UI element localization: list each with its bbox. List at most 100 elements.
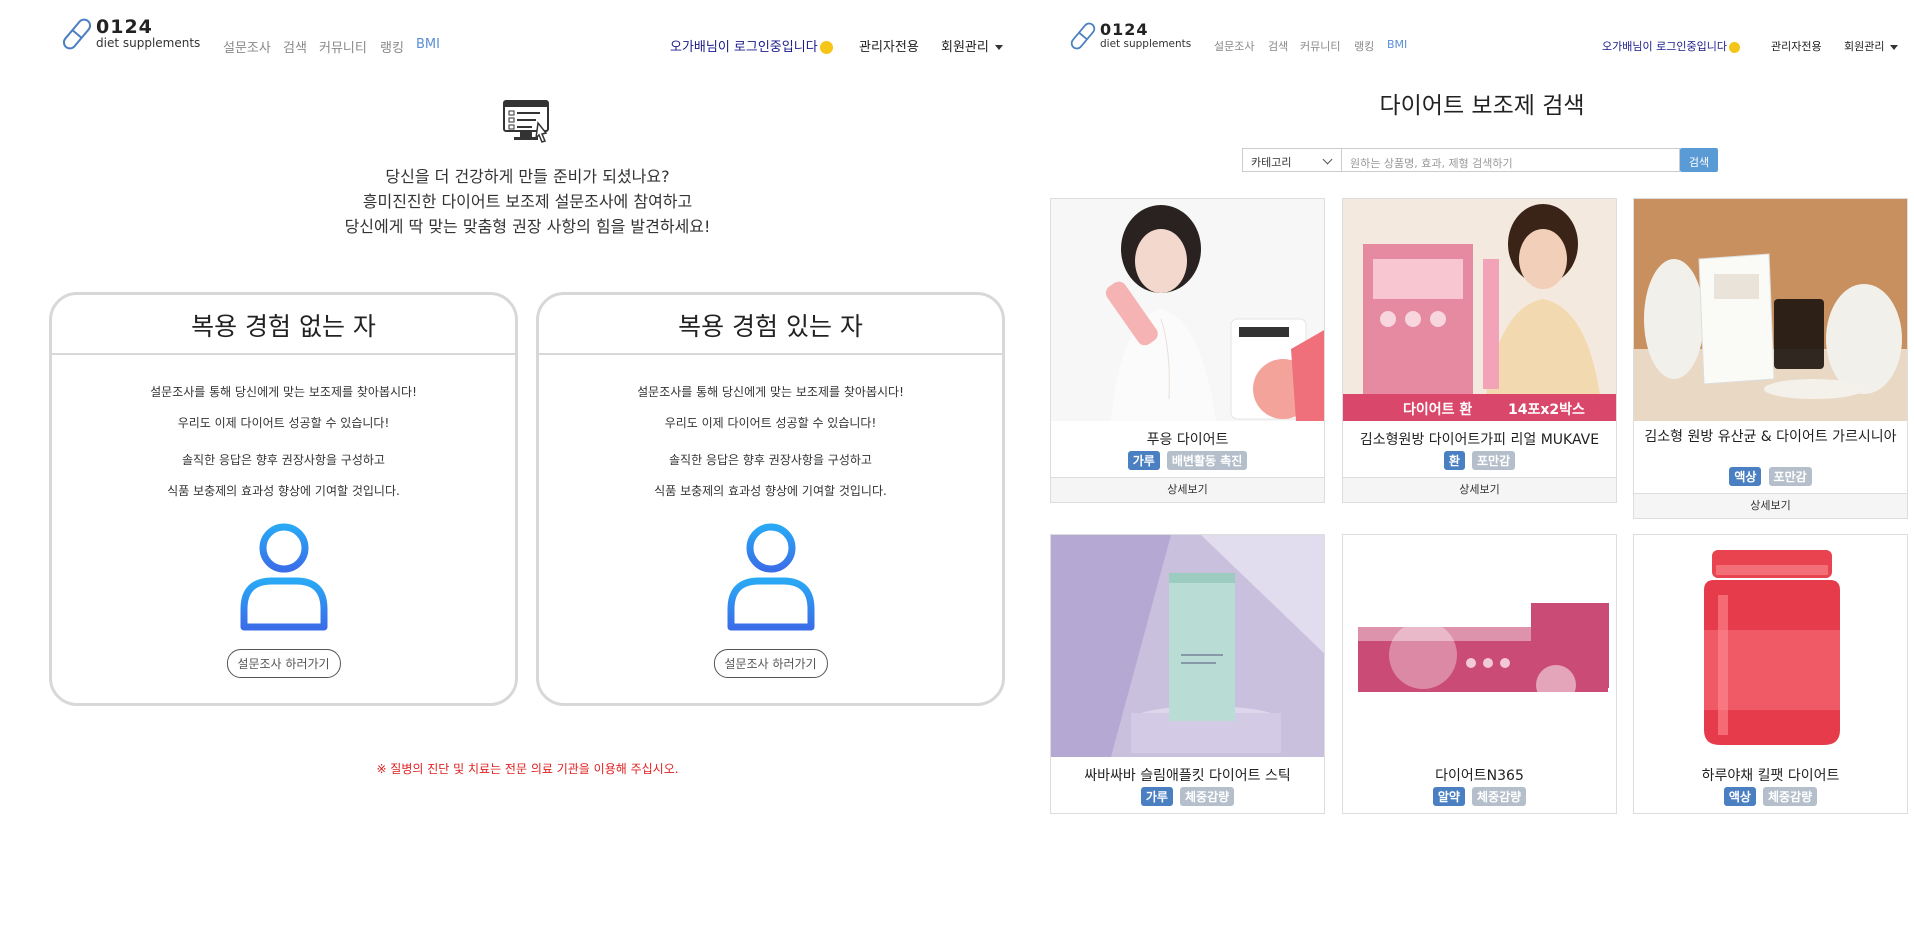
member-menu[interactable]: 회원관리 bbox=[941, 36, 1003, 55]
category-select-value: 카테고리 bbox=[1251, 156, 1292, 169]
product-image bbox=[1343, 535, 1616, 757]
product-photo-pink-boxes bbox=[1343, 535, 1616, 757]
nav-ranking[interactable]: 랭킹 bbox=[1354, 38, 1374, 54]
tag-effect: 체중감량 bbox=[1763, 787, 1818, 806]
nav-search[interactable]: 검색 bbox=[283, 37, 307, 56]
user-greeting: 오가배님이 로그인중입니다 bbox=[1602, 38, 1740, 54]
tag-effect: 포만감 bbox=[1472, 451, 1516, 470]
product-card[interactable]: 다이어트N365 알약 체중감량 bbox=[1342, 534, 1617, 814]
product-name: 하루야채 킬팻 다이어트 bbox=[1701, 768, 1840, 784]
logo-text: 0124 diet supplements bbox=[96, 16, 201, 51]
smile-emoji-icon bbox=[1728, 41, 1740, 53]
product-tags: 액상 체중감량 bbox=[1634, 786, 1907, 806]
svg-text:14포x2박스: 14포x2박스 bbox=[1508, 401, 1585, 418]
detail-button[interactable]: 상세보기 bbox=[1051, 477, 1324, 502]
caret-down-icon bbox=[1890, 44, 1899, 50]
survey-computer-icon bbox=[503, 100, 549, 143]
nav-admin[interactable]: 관리자전용 bbox=[859, 36, 919, 55]
product-name: 김소형 원방 유산균 & 다이어트 가르시니아 bbox=[1644, 429, 1897, 445]
desc-line-4: 식품 보충제의 효과성 향상에 기여할 것입니다. bbox=[167, 484, 400, 498]
member-menu[interactable]: 회원관리 bbox=[1844, 38, 1899, 54]
product-card[interactable]: 김소형 원방 유산균 & 다이어트 가르시니아 액상 포만감 상세보기 bbox=[1633, 198, 1908, 519]
survey-card-with-experience: 복용 경험 있는 자 설문조사를 통해 당신에게 맞는 보조제를 찾아봅시다! … bbox=[536, 292, 1005, 706]
product-image bbox=[1051, 199, 1324, 421]
desc-line-1: 설문조사를 통해 당신에게 맞는 보조제를 찾아봅시다! bbox=[150, 385, 417, 399]
nav-community[interactable]: 커뮤니티 bbox=[1300, 38, 1340, 54]
logo-subtitle: diet supplements bbox=[1100, 37, 1192, 50]
tag-form: 액상 bbox=[1729, 467, 1762, 486]
chevron-down-icon bbox=[1322, 154, 1333, 165]
detail-button[interactable]: 상세보기 bbox=[1343, 477, 1616, 502]
intro-line-2: 흥미진진한 다이어트 보조제 설문조사에 참여하고 bbox=[362, 192, 693, 211]
product-name: 김소형원방 다이어트가피 리얼 MUKAVE bbox=[1359, 432, 1600, 448]
caret-down-icon bbox=[994, 45, 1003, 50]
tag-form: 가루 bbox=[1140, 787, 1173, 806]
product-image bbox=[1051, 535, 1324, 757]
nav-bmi[interactable]: BMI bbox=[416, 37, 440, 52]
product-photo-pink-box-woman: 다이어트 환 14포x2박스 bbox=[1343, 199, 1616, 421]
tag-effect: 포만감 bbox=[1768, 467, 1812, 486]
product-name: 푸응 다이어트 bbox=[1146, 432, 1229, 448]
logo-number: 0124 bbox=[96, 16, 153, 38]
product-tags: 가루 체중감량 bbox=[1051, 786, 1324, 806]
desc-line-3: 솔직한 응답은 향후 권장사항을 구성하고 bbox=[182, 453, 385, 467]
survey-button-no-experience[interactable]: 설문조사 하러가기 bbox=[226, 649, 341, 678]
tag-effect: 체중감량 bbox=[1472, 787, 1527, 806]
logo-subtitle: diet supplements bbox=[96, 36, 201, 50]
product-name: 다이어트N365 bbox=[1435, 768, 1524, 784]
logo-text: 0124 diet supplements bbox=[1100, 19, 1192, 51]
nav-community[interactable]: 커뮤니티 bbox=[319, 37, 367, 56]
pill-logo-icon bbox=[1070, 22, 1096, 50]
medical-warning: ※ 질병의 진단 및 치료는 전문 의료 기관을 이용해 주십시오. bbox=[376, 762, 679, 776]
product-card[interactable]: 하루야채 킬팻 다이어트 액상 체중감량 bbox=[1633, 534, 1908, 814]
product-photo-mint-box bbox=[1051, 535, 1324, 757]
intro-line-3: 당신에게 딱 맞는 맞춤형 권장 사항의 힘을 발견하세요! bbox=[344, 217, 711, 236]
tag-form: 환 bbox=[1443, 451, 1465, 470]
card-title: 복용 경험 없는 자 bbox=[52, 295, 515, 355]
survey-button-with-experience[interactable]: 설문조사 하러가기 bbox=[713, 649, 828, 678]
product-card[interactable]: 다이어트 환 14포x2박스 김소형원방 다이어트가피 리얼 MUKAVE 환 … bbox=[1342, 198, 1617, 503]
product-card[interactable]: 푸응 다이어트 가루 배변활동 촉진 상세보기 bbox=[1050, 198, 1325, 503]
product-name: 싸바싸바 슬림애플킷 다이어트 스틱 bbox=[1084, 768, 1291, 784]
desc-line-4: 식품 보충제의 효과성 향상에 기여할 것입니다. bbox=[654, 484, 887, 498]
product-tags: 환 포만감 bbox=[1343, 450, 1616, 470]
svg-text:다이어트 환: 다이어트 환 bbox=[1403, 401, 1472, 418]
product-image bbox=[1634, 199, 1907, 421]
member-menu-label: 회원관리 bbox=[941, 40, 989, 55]
nav-admin[interactable]: 관리자전용 bbox=[1771, 38, 1822, 54]
user-greeting-text: 오가배님이 로그인중입니다 bbox=[670, 40, 818, 55]
nav-bmi[interactable]: BMI bbox=[1387, 38, 1407, 51]
nav-survey[interactable]: 설문조사 bbox=[223, 37, 271, 56]
search-input[interactable]: 원하는 상품명, 효과, 제형 검색하기 bbox=[1342, 148, 1680, 172]
pill-logo-icon bbox=[62, 18, 92, 50]
desc-line-3: 솔직한 응답은 향후 권장사항을 구성하고 bbox=[669, 453, 872, 467]
nav-ranking[interactable]: 랭킹 bbox=[380, 37, 404, 56]
member-menu-label: 회원관리 bbox=[1844, 40, 1885, 53]
product-tags: 알약 체중감량 bbox=[1343, 786, 1616, 806]
user-greeting: 오가배님이 로그인중입니다 bbox=[670, 36, 833, 55]
intro-line-1: 당신을 더 건강하게 만들 준비가 되셨나요? bbox=[385, 167, 670, 186]
user-person-icon bbox=[727, 523, 814, 631]
intro-text: 당신을 더 건강하게 만들 준비가 되셨나요? 흥미진진한 다이어트 보조제 설… bbox=[0, 164, 1055, 239]
logo[interactable]: 0124 diet supplements bbox=[1070, 20, 1191, 52]
search-button[interactable]: 검색 bbox=[1680, 148, 1718, 172]
product-photo-red-bottle bbox=[1634, 535, 1907, 757]
search-page-title: 다이어트 보조제 검색 bbox=[1379, 93, 1585, 119]
product-image: 다이어트 환 14포x2박스 bbox=[1343, 199, 1616, 421]
tag-form: 알약 bbox=[1432, 787, 1465, 806]
nav-search[interactable]: 검색 bbox=[1268, 38, 1288, 54]
nav-survey[interactable]: 설문조사 bbox=[1214, 38, 1254, 54]
tag-effect: 배변활동 촉진 bbox=[1166, 451, 1248, 470]
detail-button[interactable]: 상세보기 bbox=[1634, 493, 1907, 518]
card-title: 복용 경험 있는 자 bbox=[539, 295, 1002, 355]
tag-form: 가루 bbox=[1127, 451, 1160, 470]
desc-line-2: 우리도 이제 다이어트 성공할 수 있습니다! bbox=[664, 416, 877, 430]
desc-line-1: 설문조사를 통해 당신에게 맞는 보조제를 찾아봅시다! bbox=[637, 385, 904, 399]
category-select[interactable]: 카테고리 bbox=[1242, 148, 1342, 172]
logo[interactable]: 0124 diet supplements bbox=[62, 16, 200, 52]
product-photo-woman-pink-drink bbox=[1051, 199, 1324, 421]
logo-number: 0124 bbox=[1100, 19, 1149, 39]
product-tags: 가루 배변활동 촉진 bbox=[1051, 450, 1324, 470]
user-greeting-text: 오가배님이 로그인중입니다 bbox=[1602, 40, 1727, 53]
product-card[interactable]: 싸바싸바 슬림애플킷 다이어트 스틱 가루 체중감량 bbox=[1050, 534, 1325, 814]
